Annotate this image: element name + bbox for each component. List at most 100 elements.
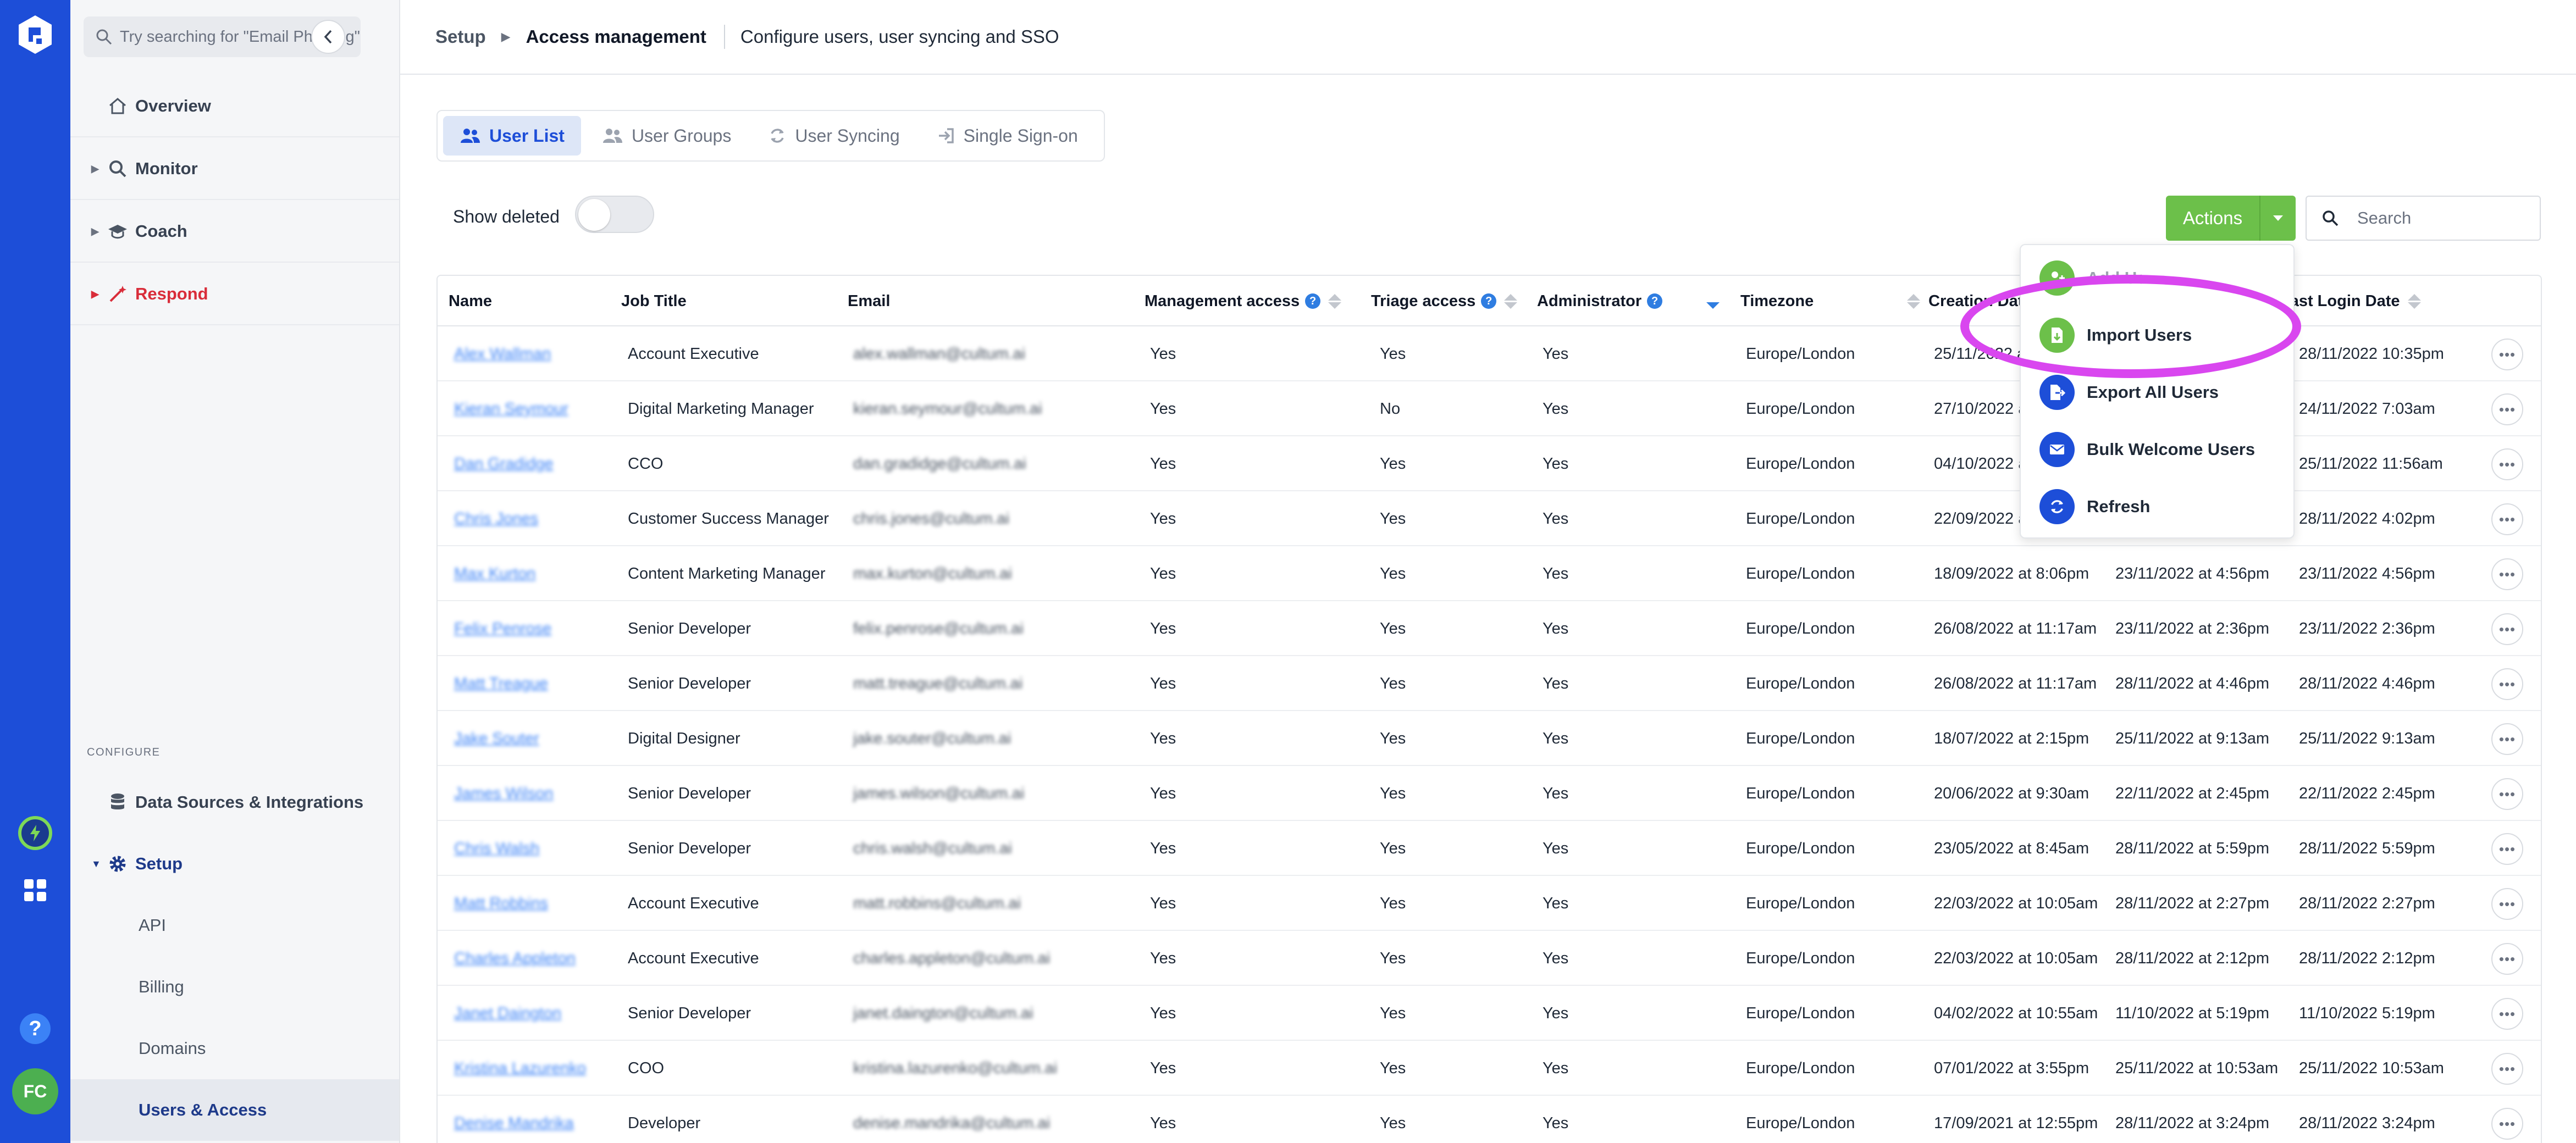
caret-down-icon[interactable]: [2260, 214, 2296, 222]
row-more-options-icon[interactable]: •••: [2491, 503, 2523, 535]
row-more-options-icon[interactable]: •••: [2491, 888, 2523, 920]
tab-user-syncing[interactable]: User Syncing: [752, 116, 916, 156]
cell-tz: Europe/London: [1746, 509, 1855, 528]
cell-name[interactable]: Charles Appleton: [454, 931, 576, 986]
help-question-icon[interactable]: ?: [1305, 293, 1321, 309]
row-more-options-icon[interactable]: •••: [2491, 393, 2523, 425]
envelope-icon: [2039, 432, 2075, 467]
cell-name[interactable]: Janet Daington: [454, 986, 561, 1041]
table-row[interactable]: Jake Souter Digital Designer jake.souter@c…: [438, 711, 2541, 766]
app-logo-icon[interactable]: [16, 14, 54, 55]
cell-name[interactable]: Chris Walsh: [454, 821, 539, 876]
cell-name[interactable]: Matt Treague: [454, 656, 548, 711]
cell-last-login: 28/11/2022 10:35pm: [2299, 345, 2444, 363]
row-more-options-icon[interactable]: •••: [2491, 1108, 2523, 1140]
table-row[interactable]: Matt Robbins Account Executive matt.robbin…: [438, 876, 2541, 931]
table-row[interactable]: Kristina Lazurenko COO kristina.lazurenko@…: [438, 1041, 2541, 1096]
sidebar-item-label: Respond: [135, 284, 208, 303]
menu-item-export-all-users[interactable]: Export All Users: [2021, 364, 2296, 421]
sort-descending-icon[interactable]: [1706, 293, 1720, 309]
row-more-options-icon[interactable]: •••: [2491, 723, 2523, 755]
cell-mgmt: Yes: [1150, 619, 1176, 637]
sidebar-item-data-sources[interactable]: Data Sources & Integrations: [70, 772, 399, 833]
show-deleted-toggle[interactable]: [575, 196, 654, 233]
sidebar-item-domains[interactable]: Domains: [70, 1018, 399, 1079]
row-more-options-icon[interactable]: •••: [2491, 833, 2523, 865]
cell-tz: Europe/London: [1746, 784, 1855, 802]
sort-icon[interactable]: [1328, 293, 1342, 309]
table-search-input[interactable]: Search: [2306, 196, 2541, 241]
menu-item-add-user[interactable]: Add User: [2021, 249, 2296, 307]
table-row[interactable]: Matt Treague Senior Developer matt.treague…: [438, 656, 2541, 711]
sidebar-item-users-access[interactable]: Users & Access: [70, 1079, 399, 1141]
cell-name[interactable]: Jake Souter: [454, 711, 539, 766]
column-header-job-title[interactable]: Job Title: [621, 276, 687, 326]
tab-user-list[interactable]: User List: [443, 116, 581, 156]
row-more-options-icon[interactable]: •••: [2491, 613, 2523, 645]
row-more-options-icon[interactable]: •••: [2491, 668, 2523, 700]
column-header-name[interactable]: Name: [449, 276, 492, 326]
cell-job: Senior Developer: [628, 619, 751, 637]
help-question-icon[interactable]: ?: [1647, 293, 1663, 309]
breadcrumb-setup-link[interactable]: Setup: [435, 26, 486, 47]
row-more-options-icon[interactable]: •••: [2491, 339, 2523, 370]
sort-icon[interactable]: [1504, 293, 1518, 309]
menu-item-refresh[interactable]: Refresh: [2021, 478, 2296, 535]
row-more-options-icon[interactable]: •••: [2491, 1053, 2523, 1085]
sidebar-item-setup[interactable]: ▼ Setup: [70, 833, 399, 895]
cell-name[interactable]: Chris Jones: [454, 491, 538, 546]
column-header-email[interactable]: Email: [848, 276, 890, 326]
menu-item-import-users[interactable]: Import Users: [2021, 307, 2296, 364]
sidebar-item-billing[interactable]: Billing: [70, 956, 399, 1018]
cell-name[interactable]: Dan Gradidge: [454, 436, 554, 491]
cell-admin: Yes: [1543, 729, 1569, 747]
column-header-timezone[interactable]: Timezone: [1740, 276, 1921, 326]
cell-name[interactable]: Denise Mandrika: [454, 1096, 574, 1143]
cell-name[interactable]: Alex Wallman: [454, 326, 551, 381]
table-row[interactable]: Chris Walsh Senior Developer chris.walsh@c…: [438, 821, 2541, 876]
cell-name[interactable]: James Wilson: [454, 766, 554, 821]
table-row[interactable]: Janet Daington Senior Developer janet.dain…: [438, 986, 2541, 1041]
sidebar-item-api[interactable]: API: [70, 895, 399, 956]
cell-name[interactable]: Kristina Lazurenko: [454, 1041, 586, 1096]
table-row[interactable]: Denise Mandrika Developer denise.mandrika@…: [438, 1096, 2541, 1143]
sidebar-item-monitor[interactable]: ▶ Monitor: [70, 138, 399, 200]
table-row[interactable]: Max Kurton Content Marketing Manager max.k…: [438, 546, 2541, 601]
help-icon[interactable]: ?: [14, 1008, 56, 1050]
cell-name[interactable]: Matt Robbins: [454, 876, 548, 931]
column-header-management-access[interactable]: Management access ?: [1145, 276, 1342, 326]
table-row[interactable]: Charles Appleton Account Executive charles…: [438, 931, 2541, 986]
table-row[interactable]: James Wilson Senior Developer james.wilson…: [438, 766, 2541, 821]
row-more-options-icon[interactable]: •••: [2491, 778, 2523, 810]
tab-user-groups[interactable]: User Groups: [585, 116, 748, 156]
row-more-options-icon[interactable]: •••: [2491, 998, 2523, 1030]
sort-icon[interactable]: [1907, 293, 1921, 309]
collapse-sidebar-button[interactable]: [311, 20, 345, 54]
row-more-options-icon[interactable]: •••: [2491, 943, 2523, 975]
cell-name[interactable]: Kieran Seymour: [454, 381, 568, 436]
cell-tz: Europe/London: [1746, 454, 1855, 473]
menu-item-bulk-welcome-users[interactable]: Bulk Welcome Users: [2021, 421, 2296, 478]
column-header-administrator[interactable]: Administrator ?: [1537, 276, 1720, 326]
sidebar-item-overview[interactable]: Overview: [70, 76, 399, 137]
user-avatar[interactable]: FC: [12, 1068, 58, 1114]
column-header-triage-access[interactable]: Triage access ?: [1371, 276, 1518, 326]
home-icon: [107, 95, 129, 117]
column-header-last-login-date[interactable]: Last Login Date: [2280, 276, 2421, 326]
column-header-creation-date[interactable]: Creation Date: [1928, 276, 2032, 326]
row-more-options-icon[interactable]: •••: [2491, 558, 2523, 590]
table-row[interactable]: Felix Penrose Senior Developer felix.penro…: [438, 601, 2541, 656]
apps-grid-icon[interactable]: [14, 869, 56, 911]
sidebar-item-respond[interactable]: ▶ Respond: [70, 264, 399, 325]
sort-icon[interactable]: [2407, 293, 2421, 309]
actions-button[interactable]: Actions: [2166, 196, 2296, 241]
help-question-icon[interactable]: ?: [1481, 293, 1497, 309]
sidebar-item-coach[interactable]: ▶ Coach: [70, 201, 399, 263]
row-more-options-icon[interactable]: •••: [2491, 448, 2523, 480]
cell-name[interactable]: Max Kurton: [454, 546, 535, 601]
cell-admin: Yes: [1543, 400, 1569, 418]
tab-single-sign-on[interactable]: Single Sign-on: [921, 116, 1094, 156]
cell-created: 26/08/2022 at 11:17am: [1934, 675, 2097, 692]
cell-name[interactable]: Felix Penrose: [454, 601, 551, 656]
status-icon[interactable]: [14, 812, 56, 854]
